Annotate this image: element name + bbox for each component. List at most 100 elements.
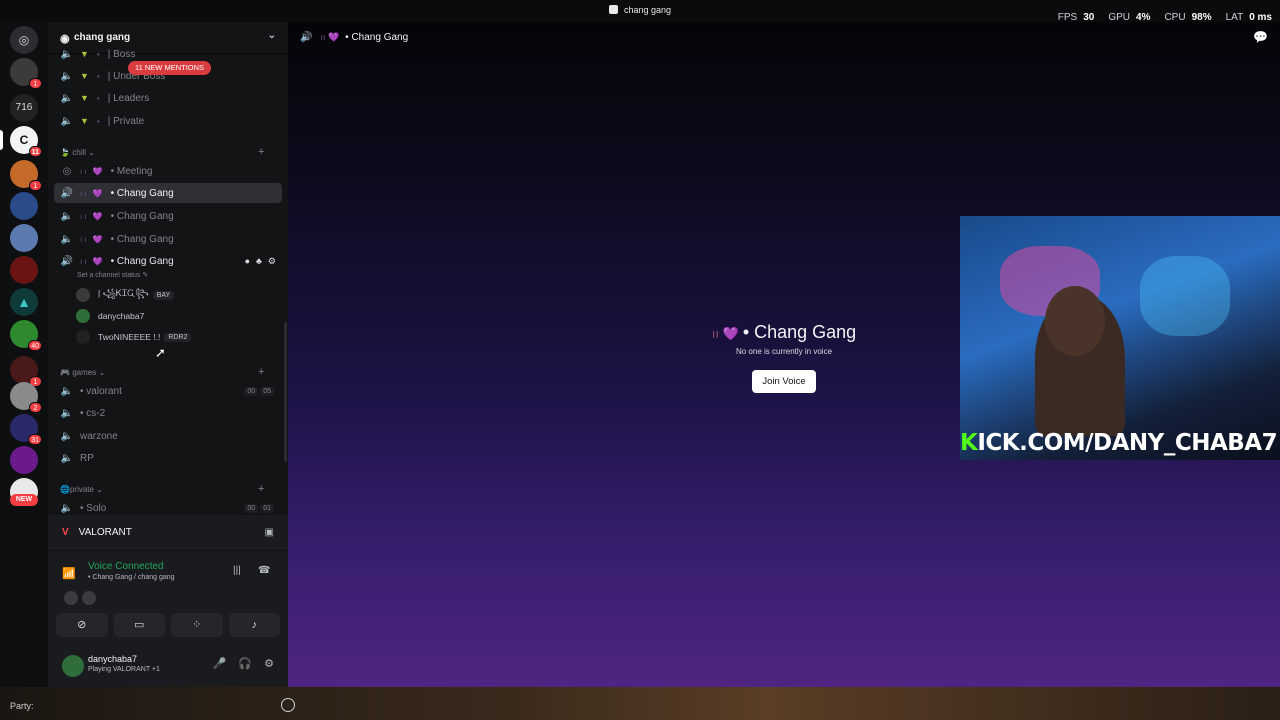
avatar[interactable] <box>62 655 84 677</box>
new-mentions-pill[interactable]: 11 NEW MENTIONS <box>128 61 212 75</box>
private-emoji-icon: 🌐 <box>60 485 70 494</box>
server-icon[interactable] <box>10 192 38 220</box>
speaker-icon: 🔈 <box>60 210 74 222</box>
server-icon[interactable]: 716 <box>10 94 38 122</box>
channel-valorant[interactable]: 🔈 • valorant 00 05 <box>54 381 282 401</box>
speaker-icon: 🔊 <box>60 255 74 267</box>
channel-cs-2[interactable]: 🔈 • cs-2 <box>54 403 282 423</box>
server-icon-chang-gang[interactable]: C 11 <box>0 126 42 157</box>
speaker-icon: 🔈 <box>60 233 74 245</box>
channel-rp[interactable]: 🔈 RP <box>54 448 282 468</box>
join-voice-button[interactable]: Join Voice <box>752 370 816 393</box>
speaker-icon: 🔈 <box>60 430 74 442</box>
speaker-icon: 🔈 <box>60 115 74 127</box>
discord-home-icon[interactable]: ◎ <box>10 26 38 54</box>
category-chill[interactable]: 🍃 chill ⌄ + <box>60 146 264 158</box>
ping-icon <box>281 698 295 712</box>
beginner-icon: ▼ <box>80 93 89 103</box>
server-icon[interactable]: 31 <box>10 414 42 445</box>
channel-private[interactable]: 🔈 ▼ • | Private <box>54 111 282 131</box>
app-window: chang gang FPS 30 GPU 4% CPU 98% LAT 0 ms ◎ … <box>0 0 1280 720</box>
voice-user[interactable]: TwoNINEEEE !.! RDR2 <box>76 328 192 346</box>
speaker-icon: 🔈 <box>60 48 74 60</box>
user-panel: V VALORANT ▣ 📶 Voice Connected • Chang G… <box>48 515 288 687</box>
voice-participants <box>64 591 96 605</box>
channel-title: • Chang Gang <box>345 31 409 43</box>
avatar[interactable] <box>64 591 78 605</box>
now-playing-row[interactable]: V VALORANT ▣ <box>48 515 288 551</box>
activities-button[interactable]: ⁘ <box>171 613 223 637</box>
chill-emoji-icon: 🍃 <box>60 148 70 157</box>
chevron-down-icon[interactable]: ⌄ <box>268 30 276 41</box>
speaker-icon: 🔊 <box>300 31 313 43</box>
app-logo-icon <box>608 5 618 14</box>
add-channel-icon[interactable]: + <box>258 146 264 158</box>
new-unreads-pill[interactable]: NEW <box>10 494 38 506</box>
channel-tools: ● ♣ ⚙ <box>245 256 276 267</box>
valorant-logo-icon: V <box>62 527 69 538</box>
avatar[interactable] <box>82 591 96 605</box>
scrollbar[interactable] <box>284 322 287 462</box>
channel-chang-gang[interactable]: 🔈 ıı 💜 • Chang Gang <box>54 229 282 249</box>
party-label: Party: <box>10 701 34 711</box>
pencil-icon: ✎ <box>142 272 149 279</box>
avatar <box>76 309 90 323</box>
category-games[interactable]: 🎮 games ⌄ + <box>60 366 264 378</box>
category-private[interactable]: 🌐private ⌄ + <box>60 483 264 495</box>
server-icon[interactable] <box>10 256 38 284</box>
chat-icon[interactable]: ● <box>245 256 250 267</box>
server-icon[interactable]: 40 <box>10 320 42 351</box>
empty-voice-state: ıı 💜 • Chang Gang No one is currently in … <box>668 322 900 393</box>
microphone-icon[interactable]: 🎤 <box>213 657 227 670</box>
add-channel-icon[interactable]: + <box>258 366 264 378</box>
channel-warzone[interactable]: 🔈 warzone <box>54 426 282 446</box>
user-area: danychaba7 Playing VALORANT +1 🎤 🎧 ⚙ <box>48 643 288 687</box>
server-icon[interactable]: 2 <box>10 382 42 413</box>
voice-actions: ⊘ ▭ ⁘ ♪ <box>56 613 280 637</box>
speaker-icon: 🔈 <box>60 70 74 82</box>
gear-icon[interactable]: ⚙ <box>264 657 274 670</box>
camera-off-button[interactable]: ⊘ <box>56 613 108 637</box>
activity-tag: RDR2 <box>164 332 192 342</box>
invite-icon[interactable]: ♣ <box>256 256 262 267</box>
game-overlay-icon[interactable]: ▣ <box>265 527 274 538</box>
signal-icon[interactable]: 📶 <box>62 567 76 580</box>
soundboard-button[interactable]: ♪ <box>228 613 280 637</box>
server-icon[interactable] <box>10 446 38 474</box>
channel-chang-gang[interactable]: 🔈 ıı 💜 • Chang Gang <box>54 206 282 226</box>
empty-voice-text: No one is currently in voice <box>735 347 833 356</box>
title-bar: chang gang FPS 30 GPU 4% CPU 98% LAT 0 ms <box>0 0 1280 23</box>
add-channel-icon[interactable]: + <box>258 483 264 495</box>
server-icon[interactable]: 1 <box>10 356 42 387</box>
webcam-overlay: KICK.COM/DANY_CHABA7 <box>960 216 1280 460</box>
voice-user[interactable]: | ꧁ᏦᏆᏩ꧂ BAY <box>76 286 175 304</box>
server-icon[interactable] <box>10 224 38 252</box>
gear-icon[interactable]: ⚙ <box>268 256 276 267</box>
disconnect-icon[interactable]: ☎ <box>258 565 270 576</box>
channel-header: 🔊 ıı 💜 • Chang Gang 💬 <box>300 30 1268 44</box>
voice-channel-title: ıı 💜 • Chang Gang <box>711 322 857 342</box>
channel-leaders[interactable]: 🔈 ▼ • | Leaders <box>54 88 282 108</box>
channel-chang-gang-selected[interactable]: 🔊 ıı 💜 • Chang Gang <box>54 183 282 203</box>
channel-meeting[interactable]: ◎ ıı 💜 • Meeting <box>54 161 282 181</box>
headphones-icon[interactable]: 🎧 <box>238 657 252 670</box>
speaker-icon: 🔈 <box>60 502 74 514</box>
server-icon[interactable]: 1 <box>10 160 42 191</box>
noise-suppression-icon[interactable]: ||| <box>233 565 241 576</box>
mouse-cursor-icon: ➚ <box>155 345 166 360</box>
speaker-icon: 🔊 <box>60 187 74 199</box>
channel-status-hint[interactable]: Set a channel status ✎ <box>77 271 148 279</box>
voice-user[interactable]: danychaba7 <box>76 307 144 325</box>
screen-share-button[interactable]: ▭ <box>113 613 165 637</box>
server-icon[interactable]: ▲ <box>10 288 38 316</box>
chat-bubble-icon[interactable]: 💬 <box>1253 30 1268 44</box>
channel-chang-gang-connected[interactable]: 🔊 ıı 💜 • Chang Gang ● ♣ ⚙ <box>54 251 282 271</box>
beginner-icon: ▼ <box>80 116 89 126</box>
channel-sidebar: ◉ chang gang ⌄ 🔈 ▼ • | Boss 🔈 ▼ • | Under Boss… <box>48 22 288 687</box>
speaker-icon: 🔈 <box>60 92 74 104</box>
activity-tag: BAY <box>152 290 175 300</box>
kick-channel-url: KICK.COM/DANY_CHABA7 <box>960 430 1278 456</box>
game-background-strip: Party: <box>0 687 1280 720</box>
server-icon[interactable]: 1 <box>10 58 42 89</box>
avatar <box>76 288 90 302</box>
